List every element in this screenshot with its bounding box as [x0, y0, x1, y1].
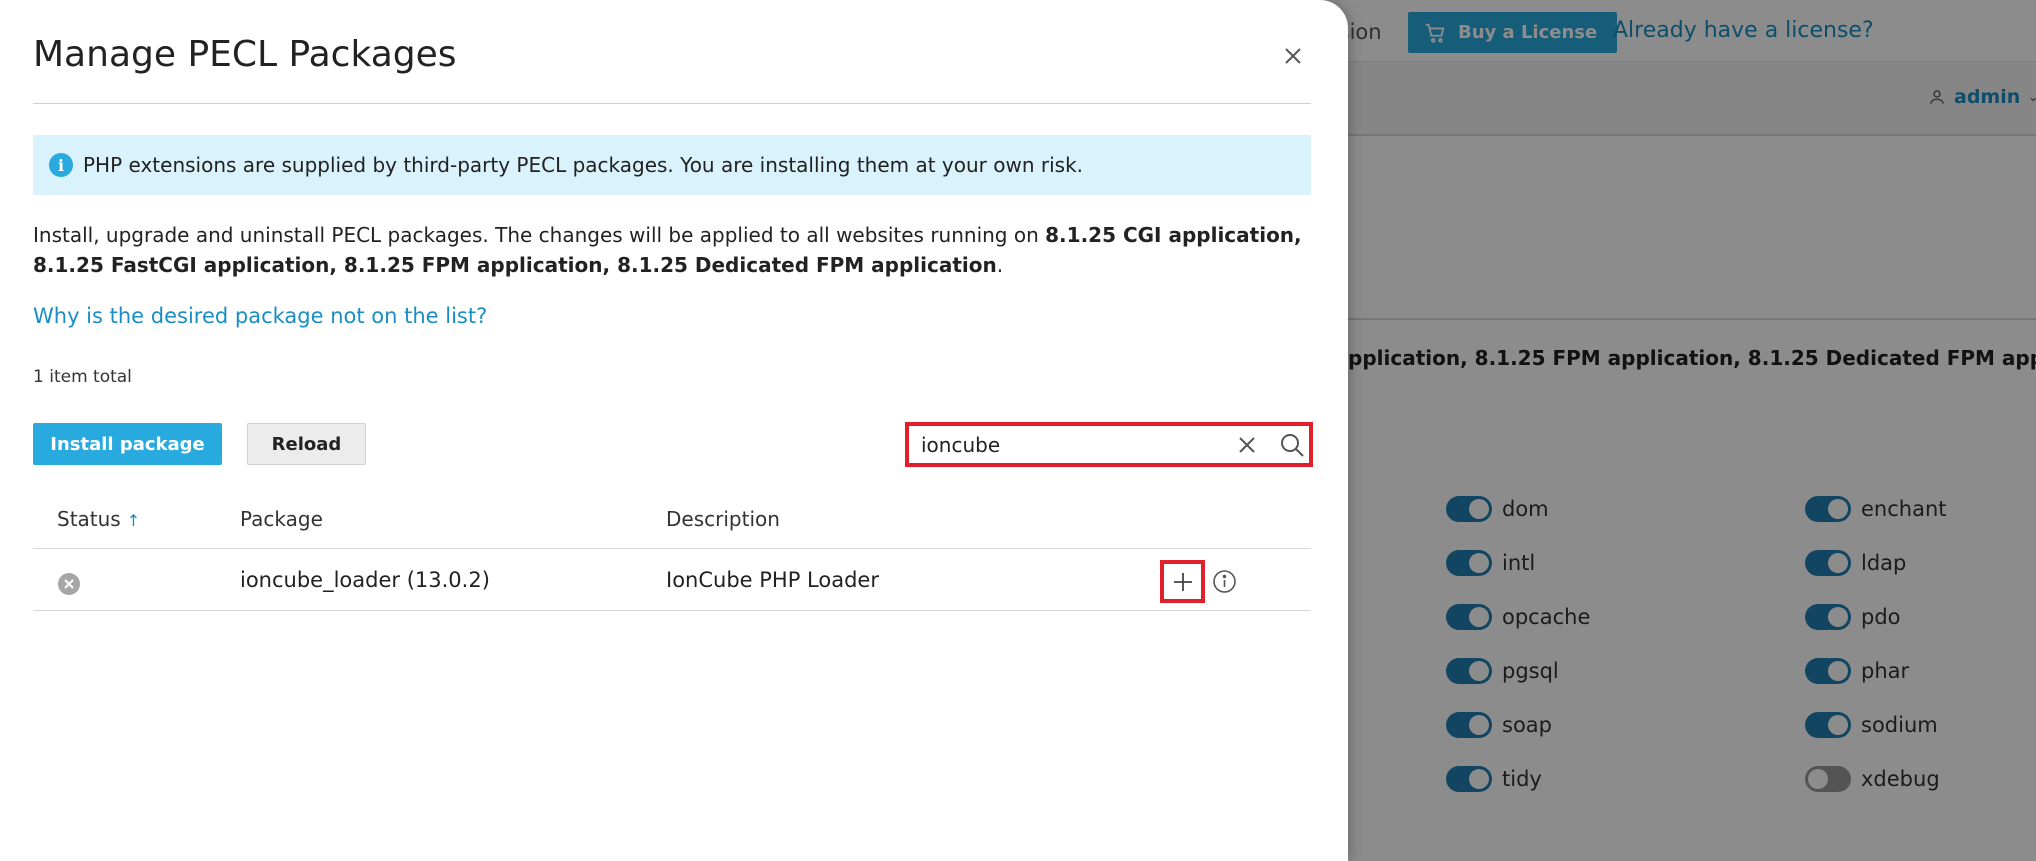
dialog-title: Manage PECL Packages: [33, 34, 457, 75]
column-header-description[interactable]: Description: [666, 507, 780, 531]
column-header-package[interactable]: Package: [240, 507, 323, 531]
table-row-divider: [33, 610, 1311, 611]
install-row-button[interactable]: [1160, 560, 1205, 603]
not-installed-status-icon: [58, 573, 80, 595]
package-info-button[interactable]: [1212, 569, 1237, 594]
reload-button[interactable]: Reload: [247, 423, 366, 465]
close-button[interactable]: [1279, 42, 1307, 70]
search-box: [905, 422, 1313, 467]
description-prefix: Install, upgrade and uninstall PECL pack…: [33, 223, 1046, 247]
plus-icon: [1173, 572, 1192, 591]
items-total: 1 item total: [33, 367, 132, 387]
title-divider: [33, 103, 1311, 104]
info-icon: i: [49, 153, 73, 177]
manage-pecl-dialog: Manage PECL Packages i PHP extensions ar…: [0, 0, 1348, 861]
description-suffix: .: [996, 253, 1004, 277]
search-icon[interactable]: [1279, 432, 1305, 458]
column-header-status[interactable]: Status ↑: [57, 507, 140, 531]
package-description: IonCube PHP Loader: [666, 568, 879, 592]
table-header-divider: [33, 548, 1311, 549]
install-package-button[interactable]: Install package: [33, 423, 222, 465]
info-message: PHP extensions are supplied by third-par…: [83, 153, 1084, 177]
clear-search-icon[interactable]: [1236, 434, 1258, 456]
sort-ascending-icon: ↑: [126, 511, 141, 530]
search-input[interactable]: [921, 432, 1221, 457]
info-circle-icon: [1213, 570, 1236, 593]
status-header-label: Status: [57, 507, 121, 531]
info-alert: i PHP extensions are supplied by third-p…: [33, 135, 1311, 195]
close-icon: [1285, 48, 1301, 64]
package-name: ioncube_loader (13.0.2): [240, 568, 490, 592]
description-text: Install, upgrade and uninstall PECL pack…: [33, 220, 1323, 280]
why-package-missing-link[interactable]: Why is the desired package not on the li…: [33, 304, 487, 328]
